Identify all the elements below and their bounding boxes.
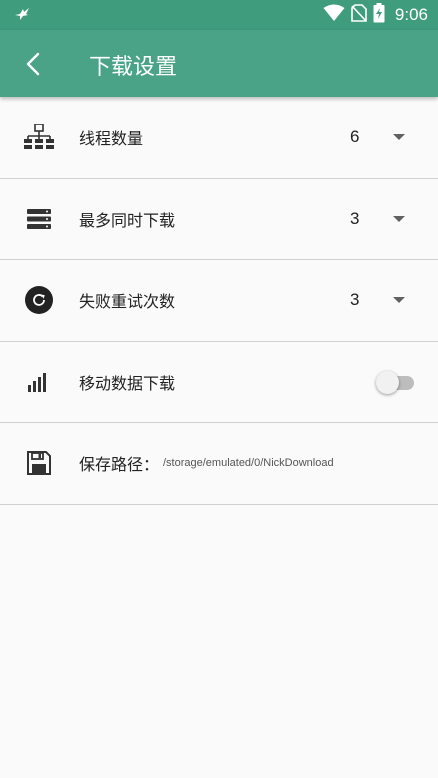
setting-save-path[interactable]: 保存路径： /storage/emulated/0/NickDownload [0, 423, 438, 505]
setting-label: 线程数量 [79, 129, 144, 149]
toggle-thumb [376, 370, 399, 394]
page-title: 下载设置 [89, 55, 178, 80]
app-bar: 下载设置 [0, 30, 438, 97]
back-arrow-icon[interactable] [22, 50, 48, 78]
bird-icon [14, 6, 30, 26]
floppy-disk-icon [24, 448, 54, 478]
setting-value[interactable]: 3 [350, 209, 359, 229]
network-tree-icon [24, 122, 54, 152]
server-stack-icon [24, 204, 54, 234]
setting-max-simultaneous[interactable]: 最多同时下载 3 [0, 179, 438, 260]
setting-label: 保存路径： [79, 455, 160, 475]
signal-bars-icon [24, 367, 54, 397]
refresh-circle-icon [24, 285, 54, 315]
settings-list: 线程数量 6 最多同时下载 3 失败重试次数 3 移动数据下载 保存路径： /s… [0, 97, 438, 505]
status-time: 9:06 [394, 5, 428, 24]
status-bar: 9:06 [0, 0, 438, 30]
chevron-down-icon[interactable] [393, 215, 405, 222]
chevron-down-icon[interactable] [393, 134, 405, 141]
save-path-value[interactable]: /storage/emulated/0/NickDownload [163, 457, 334, 469]
setting-retry-count[interactable]: 失败重试次数 3 [0, 260, 438, 342]
no-sim-icon [351, 4, 367, 26]
setting-value[interactable]: 6 [350, 127, 359, 147]
setting-label: 移动数据下载 [79, 373, 176, 393]
battery-charging-icon [373, 3, 385, 27]
setting-mobile-data[interactable]: 移动数据下载 [0, 342, 438, 423]
wifi-icon [323, 4, 345, 26]
mobile-data-toggle[interactable] [376, 370, 416, 394]
chevron-down-icon[interactable] [393, 297, 405, 304]
setting-label: 最多同时下载 [79, 210, 176, 230]
setting-label: 失败重试次数 [79, 292, 176, 312]
setting-thread-count[interactable]: 线程数量 6 [0, 97, 438, 179]
setting-value[interactable]: 3 [350, 290, 359, 310]
